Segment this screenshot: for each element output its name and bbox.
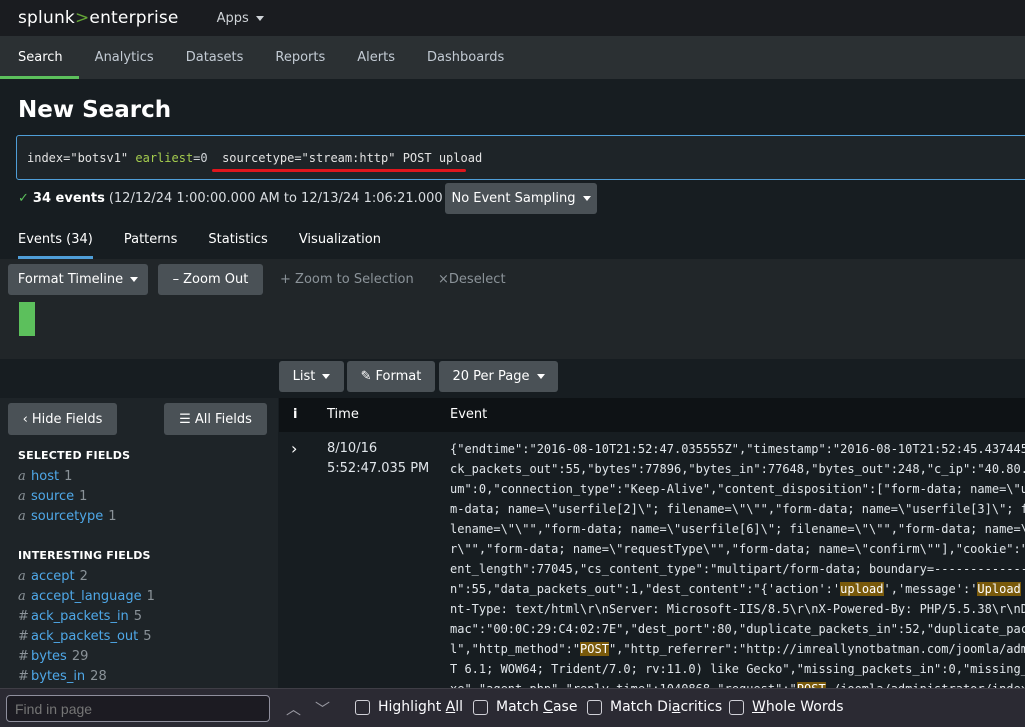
- event-line: T 6.1; WOW64; Trident/7.0; rv:11.0) like…: [450, 662, 1025, 676]
- nav-analytics[interactable]: Analytics: [79, 36, 170, 79]
- hide-fields-button[interactable]: ‹ Hide Fields: [8, 403, 117, 435]
- event-text: n":55,"data_packets_out":1,"dest_content…: [450, 582, 841, 596]
- deselect-button[interactable]: ×Deselect: [438, 272, 506, 287]
- zoom-to-selection-button[interactable]: + Zoom to Selection: [280, 272, 414, 287]
- event-line: ent_length":77045,"cs_content_type":"mul…: [450, 562, 1025, 576]
- field-source[interactable]: a source 1: [18, 489, 87, 504]
- search-query: index="botsv1" earliest=0 sourcetype="st…: [27, 151, 483, 165]
- search-input[interactable]: index="botsv1" earliest=0 sourcetype="st…: [16, 135, 1025, 180]
- event-text: l","http_method":": [450, 642, 581, 656]
- search-term-highlight[interactable]: upload: [840, 582, 884, 596]
- find-previous-icon[interactable]: ︿: [286, 698, 301, 719]
- events-table: i Time Event › 8/10/16 5:52:47.035 PM {"…: [279, 398, 1025, 688]
- field-bytes-in[interactable]: # bytes_in 28: [18, 669, 107, 684]
- format-button[interactable]: ✎ Format: [347, 361, 435, 392]
- info-column-header: i: [293, 407, 298, 422]
- tab-events[interactable]: Events (34): [18, 227, 93, 259]
- field-sourcetype[interactable]: a sourcetype 1: [18, 509, 117, 524]
- results-tabs: Events (34) Patterns Statistics Visualiz…: [0, 227, 394, 259]
- nav-alerts[interactable]: Alerts: [341, 36, 411, 79]
- timeline-panel: [0, 259, 1025, 359]
- event-line: mac":"00:0C:29:C4:02:7E","dest_port":80,…: [450, 622, 1025, 636]
- selected-fields-heading: SELECTED FIELDS: [18, 449, 131, 462]
- tab-patterns[interactable]: Patterns: [124, 227, 178, 259]
- chevron-down-icon: [536, 374, 545, 379]
- event-raw-text: {"endtime":"2016-08-10T21:52:47.035555Z"…: [450, 439, 1025, 688]
- interesting-fields-heading: INTERESTING FIELDS: [18, 549, 151, 562]
- page-title: New Search: [18, 97, 172, 123]
- match-diacritics-checkbox[interactable]: Match Diacritics: [587, 699, 722, 715]
- event-column-header: Event: [450, 407, 488, 422]
- field-host[interactable]: a host 1: [18, 469, 72, 484]
- top-bar: splunk>enterprise Apps: [0, 0, 1025, 36]
- pencil-icon: ✎: [360, 369, 372, 384]
- search-term-highlight[interactable]: Upload: [977, 582, 1021, 596]
- event-line: lename=\"\"","form-data; name=\"userfile…: [450, 522, 1025, 536]
- field-accept-language[interactable]: a accept_language 1: [18, 589, 155, 604]
- chevron-down-icon: [130, 277, 139, 282]
- search-status: ✓ 34 events (12/12/24 1:00:00.000 AM to …: [18, 191, 472, 206]
- nav-dashboards[interactable]: Dashboards: [411, 36, 520, 79]
- per-page-button[interactable]: 20 Per Page: [439, 361, 558, 392]
- timeline-histogram-bar[interactable]: [19, 302, 35, 336]
- list-view-button[interactable]: List: [279, 361, 344, 392]
- search-term-highlight[interactable]: POST: [580, 642, 609, 656]
- list-icon: ☰: [179, 411, 191, 427]
- match-case-checkbox[interactable]: Match Case: [473, 699, 577, 715]
- event-line: r\"","form-data; name=\"requestType\"","…: [450, 542, 1025, 556]
- event-line: um":0,"connection_type":"Keep-Alive","co…: [450, 482, 1025, 496]
- format-timeline-button[interactable]: Format Timeline: [8, 264, 148, 295]
- field-ack-packets-in[interactable]: # ack_packets_in 5: [18, 609, 142, 624]
- check-icon: ✓: [18, 191, 29, 206]
- all-fields-button[interactable]: ☰ All Fields: [164, 403, 267, 435]
- apps-menu-label: Apps: [216, 10, 249, 26]
- events-table-header: i Time Event: [279, 398, 1025, 432]
- event-line: nt-Type: text/html\r\nServer: Microsoft-…: [450, 602, 1025, 616]
- plus-icon: +: [280, 272, 291, 287]
- event-line: xe","agent.php","reply_time":1040868,"re…: [450, 679, 1025, 688]
- event-line: n":55,"data_packets_out":1,"dest_content…: [450, 579, 1025, 599]
- time-column-header[interactable]: Time: [327, 407, 359, 422]
- find-bar: ︿ ﹀ Highlight All Match Case Match Diacr…: [0, 688, 1025, 727]
- minus-icon: –: [172, 272, 180, 287]
- field-ack-packets-out[interactable]: # ack_packets_out 5: [18, 629, 152, 644]
- event-text: ','message':': [883, 582, 978, 596]
- zoom-out-button[interactable]: – Zoom Out: [158, 264, 263, 295]
- nav-reports[interactable]: Reports: [259, 36, 341, 79]
- tab-statistics[interactable]: Statistics: [208, 227, 267, 259]
- event-sampling-button[interactable]: No Event Sampling: [445, 183, 597, 214]
- event-line: m-data; name=\"userfile[2]\"; filename=\…: [450, 502, 1025, 516]
- chevron-down-icon: [322, 374, 331, 379]
- splunk-logo[interactable]: splunk>enterprise: [18, 8, 179, 28]
- field-accept[interactable]: a accept 2: [18, 569, 88, 584]
- time-range: (12/12/24 1:00:00.000 AM to 12/13/24 1:0…: [108, 191, 472, 206]
- event-count: 34 events: [32, 191, 105, 206]
- event-time[interactable]: 8/10/16 5:52:47.035 PM: [327, 439, 429, 479]
- close-icon: ×: [438, 272, 449, 287]
- event-text: ","http_referrer":"http://imreallynotbat…: [608, 642, 1025, 656]
- event-line: ck_packets_out":55,"bytes":77896,"bytes_…: [450, 462, 1025, 476]
- chevron-right-icon[interactable]: ›: [291, 439, 297, 458]
- event-text: su: [1021, 582, 1025, 596]
- apps-menu[interactable]: Apps: [217, 11, 264, 26]
- table-row: › 8/10/16 5:52:47.035 PM {"endtime":"201…: [279, 432, 1025, 688]
- chevron-down-icon: [255, 15, 264, 21]
- chevron-left-icon: ‹: [22, 411, 28, 427]
- chevron-down-icon: [582, 196, 591, 201]
- find-next-icon[interactable]: ﹀: [315, 698, 330, 719]
- app-nav: Search Analytics Datasets Reports Alerts…: [0, 36, 1025, 79]
- fields-sidebar: ‹ Hide Fields ☰ All Fields SELECTED FIELDS…: [0, 398, 278, 688]
- whole-words-checkbox[interactable]: Whole Words: [729, 699, 844, 715]
- tab-visualization[interactable]: Visualization: [299, 227, 381, 259]
- event-line: {"endtime":"2016-08-10T21:52:47.035555Z"…: [450, 442, 1025, 456]
- event-line: l","http_method":"POST","http_referrer":…: [450, 639, 1025, 659]
- nav-search[interactable]: Search: [0, 36, 79, 79]
- red-underline-annotation: [212, 169, 466, 172]
- nav-datasets[interactable]: Datasets: [170, 36, 260, 79]
- highlight-all-checkbox[interactable]: Highlight All: [355, 699, 463, 715]
- find-in-page-input[interactable]: [6, 695, 270, 722]
- field-bytes[interactable]: # bytes 29: [18, 649, 88, 664]
